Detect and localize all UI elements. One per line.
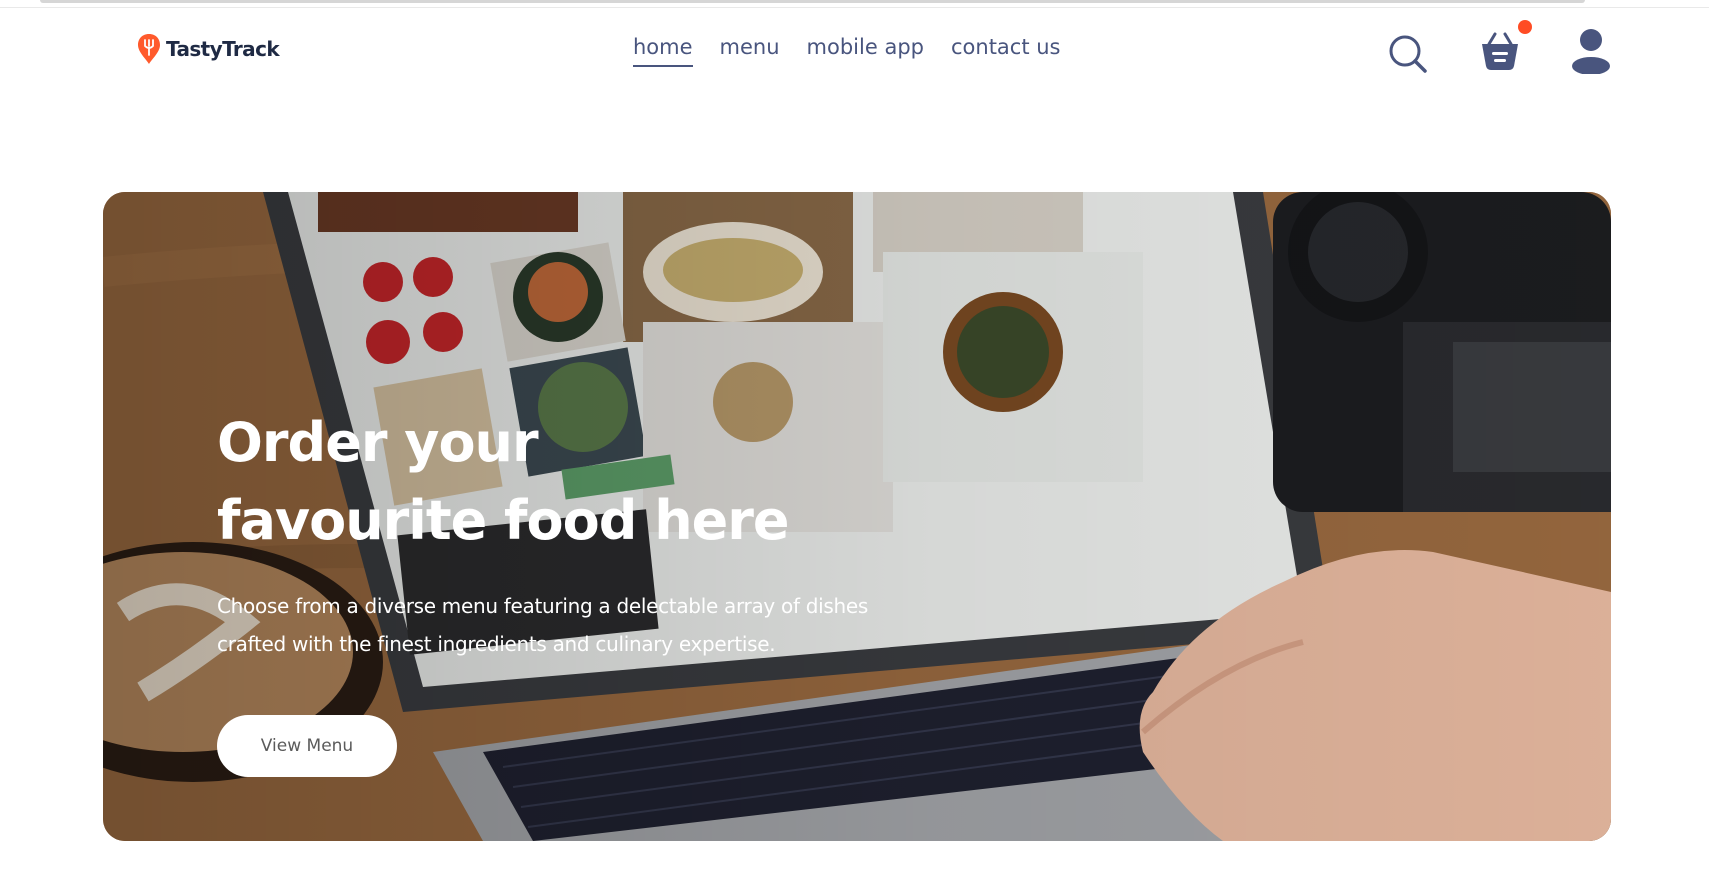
basket-notification-dot [1518, 20, 1532, 34]
scroll-indicator [40, 0, 1585, 3]
basket-icon[interactable] [1479, 30, 1521, 72]
nav-contact-us[interactable]: contact us [951, 35, 1061, 67]
profile-icon[interactable] [1571, 28, 1611, 74]
search-icon[interactable] [1388, 34, 1428, 74]
hero-description: Choose from a diverse menu featuring a d… [217, 594, 869, 656]
brand-logo[interactable]: TastyTrack [136, 34, 280, 64]
main-nav: home menu mobile app contact us [633, 35, 1061, 68]
fork-pin-icon [138, 34, 160, 64]
nav-menu[interactable]: menu [720, 35, 780, 67]
hero-banner: Order your favourite food here Choose fr… [103, 192, 1611, 841]
view-menu-button[interactable]: View Menu [217, 715, 397, 777]
nav-home[interactable]: home [633, 35, 693, 68]
brand-name: TastyTrack [166, 37, 280, 61]
nav-mobile-app[interactable]: mobile app [807, 35, 924, 67]
browser-top-strip [0, 0, 1709, 8]
hero-title-line2: favourite food here [217, 489, 790, 552]
hero-title: Order your favourite food here [217, 404, 837, 560]
hero-title-line1: Order your [217, 411, 539, 474]
